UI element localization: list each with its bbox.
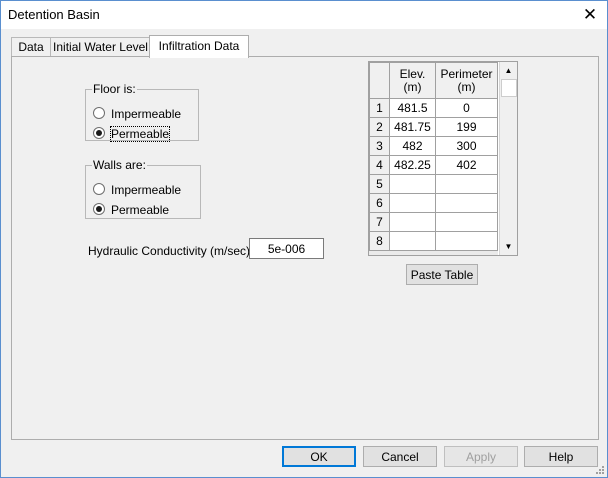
grid-corner xyxy=(369,62,390,99)
table-scrollbar[interactable]: ▲ ▼ xyxy=(499,62,517,255)
table-row: 3 482 300 xyxy=(369,136,498,156)
table-row: 7 xyxy=(369,212,498,232)
walls-permeable-label: Permeable xyxy=(111,203,170,217)
elev-cell[interactable] xyxy=(389,193,436,213)
apply-button[interactable]: Apply xyxy=(444,446,518,467)
row-number: 7 xyxy=(369,212,390,232)
perimeter-header: Perimeter (m) xyxy=(435,62,498,99)
walls-permeable-radio[interactable]: Permeable xyxy=(93,202,169,218)
perimeter-cell[interactable] xyxy=(435,212,498,232)
elev-cell[interactable]: 481.75 xyxy=(389,117,436,137)
elev-header-line1: Elev. xyxy=(399,66,426,81)
tab-initial-water-level[interactable]: Initial Water Level xyxy=(50,37,151,57)
infiltration-table: Elev. (m) Perimeter (m) 1 481.5 0 2 481.75 199… xyxy=(368,61,518,256)
floor-group-legend: Floor is: xyxy=(93,82,136,96)
elev-header-line2: (m) xyxy=(403,79,422,94)
table-row: 5 xyxy=(369,174,498,194)
hydraulic-conductivity-field[interactable]: 5e-006 xyxy=(249,238,324,259)
close-icon[interactable]: ✕ xyxy=(579,4,601,26)
walls-impermeable-radio[interactable]: Impermeable xyxy=(93,182,181,198)
table-row: 1 481.5 0 xyxy=(369,98,498,118)
table-row: 4 482.25 402 xyxy=(369,155,498,175)
perimeter-cell[interactable]: 199 xyxy=(435,117,498,137)
radio-checked-icon xyxy=(93,127,105,139)
ok-button[interactable]: OK xyxy=(282,446,356,467)
radio-unchecked-icon xyxy=(93,183,105,195)
perimeter-cell[interactable]: 402 xyxy=(435,155,498,175)
table-row: 2 481.75 199 xyxy=(369,117,498,137)
perimeter-cell[interactable] xyxy=(435,174,498,194)
elev-cell[interactable] xyxy=(389,174,436,194)
row-number: 4 xyxy=(369,155,390,175)
floor-group: Floor is: Impermeable Permeable xyxy=(85,82,199,142)
elev-cell[interactable]: 481.5 xyxy=(389,98,436,118)
table-row: 8 xyxy=(369,231,498,251)
row-number: 2 xyxy=(369,117,390,137)
cancel-button[interactable]: Cancel xyxy=(363,446,437,467)
elev-header: Elev. (m) xyxy=(389,62,436,99)
elev-cell[interactable] xyxy=(389,231,436,251)
walls-group: Walls are: Impermeable Permeable xyxy=(85,158,201,219)
radio-unchecked-icon xyxy=(93,107,105,119)
floor-impermeable-radio[interactable]: Impermeable xyxy=(93,106,181,122)
perimeter-cell[interactable] xyxy=(435,193,498,213)
floor-permeable-label: Permeable xyxy=(109,126,171,142)
radio-checked-icon xyxy=(93,203,105,215)
tab-infiltration-data[interactable]: Infiltration Data xyxy=(149,35,249,58)
perimeter-header-line2: (m) xyxy=(457,79,476,94)
elev-cell[interactable] xyxy=(389,212,436,232)
scrollbar-thumb[interactable] xyxy=(501,79,517,97)
row-number: 6 xyxy=(369,193,390,213)
row-number: 8 xyxy=(369,231,390,251)
row-number: 1 xyxy=(369,98,390,118)
elev-cell[interactable]: 482 xyxy=(389,136,436,156)
walls-group-legend: Walls are: xyxy=(93,158,146,172)
row-number: 3 xyxy=(369,136,390,156)
tab-data[interactable]: Data xyxy=(11,37,51,57)
elev-cell[interactable]: 482.25 xyxy=(389,155,436,175)
resize-grip-icon[interactable] xyxy=(593,463,605,475)
paste-table-button[interactable]: Paste Table xyxy=(406,264,478,285)
perimeter-cell[interactable]: 300 xyxy=(435,136,498,156)
scroll-down-arrow-icon[interactable]: ▼ xyxy=(500,238,517,255)
infiltration-data-panel: Floor is: Impermeable Permeable Walls ar… xyxy=(11,56,599,440)
perimeter-header-line1: Perimeter xyxy=(440,66,493,81)
hydraulic-conductivity-label: Hydraulic Conductivity (m/sec) xyxy=(88,244,251,258)
perimeter-cell[interactable] xyxy=(435,231,498,251)
title-bar: Detention Basin ✕ xyxy=(1,1,607,29)
table-row: 6 xyxy=(369,193,498,213)
perimeter-cell[interactable]: 0 xyxy=(435,98,498,118)
help-button[interactable]: Help xyxy=(524,446,598,467)
walls-impermeable-label: Impermeable xyxy=(111,183,182,197)
floor-impermeable-label: Impermeable xyxy=(111,107,182,121)
infiltration-grid: Elev. (m) Perimeter (m) 1 481.5 0 2 481.75 199… xyxy=(369,62,498,251)
scroll-up-arrow-icon[interactable]: ▲ xyxy=(500,62,517,79)
detention-basin-dialog: Detention Basin ✕ Data Initial Water Lev… xyxy=(0,0,608,478)
window-title: Detention Basin xyxy=(8,7,100,22)
row-number: 5 xyxy=(369,174,390,194)
floor-permeable-radio[interactable]: Permeable xyxy=(93,126,171,142)
